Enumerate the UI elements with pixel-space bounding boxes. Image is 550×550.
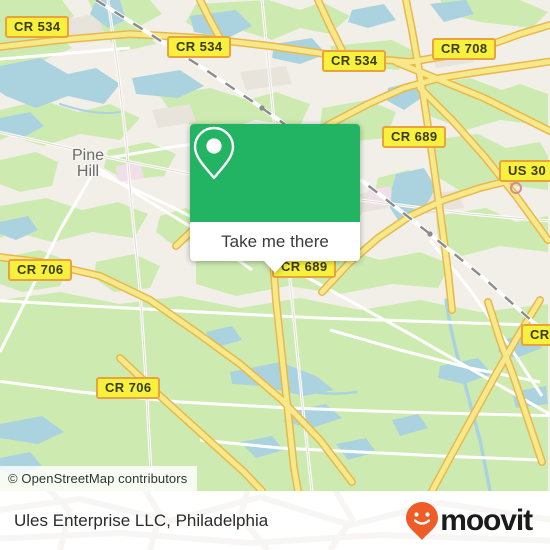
callout-body: Take me there [190, 124, 360, 261]
road-shield-cr689-north[interactable]: CR 689 [382, 126, 447, 148]
moovit-wordmark: moovit [440, 503, 533, 537]
place-label-line2: Hill [76, 163, 100, 180]
road-shield-cr534-west[interactable]: CR 534 [5, 16, 70, 38]
road-shield-cr534-east[interactable]: CR 534 [322, 50, 387, 72]
map-pin-icon [193, 126, 235, 180]
road-shield-cr706-south[interactable]: CR 706 [96, 377, 161, 399]
osm-attribution[interactable]: © OpenStreetMap contributors [0, 466, 198, 491]
road-shield-cr706-west[interactable]: CR 706 [8, 259, 73, 281]
callout-image-area [190, 124, 360, 222]
location-callout-card[interactable]: Take me there [190, 124, 360, 273]
moovit-brand[interactable]: moovit [405, 501, 533, 541]
map-page: Pine Hill CR 534 CR 534 CR 534 CR 708 CR… [0, 0, 550, 550]
location-title: Ules Enterprise LLC, Philadelphia [14, 510, 269, 530]
take-me-there-label: Take me there [221, 231, 329, 251]
footer-bar: Ules Enterprise LLC, Philadelphia moovit [0, 491, 550, 550]
road-shield-cr708[interactable]: CR 708 [432, 38, 497, 60]
road-shield-cr534-center[interactable]: CR 534 [167, 36, 232, 58]
map-canvas[interactable]: Pine Hill CR 534 CR 534 CR 534 CR 708 CR… [0, 0, 550, 491]
place-label-line1: Pine [71, 147, 105, 164]
moovit-smiling-pin-icon [406, 501, 439, 540]
road-shield-us30[interactable]: US 30 [499, 160, 550, 182]
take-me-there-button[interactable]: Take me there [190, 222, 360, 261]
place-label-pine-hill: Pine Hill [72, 148, 104, 180]
callout-pointer-tail [264, 261, 286, 273]
road-shield-cr5-east[interactable]: CR 5 [521, 324, 550, 346]
osm-attribution-text: © OpenStreetMap contributors [8, 471, 188, 486]
